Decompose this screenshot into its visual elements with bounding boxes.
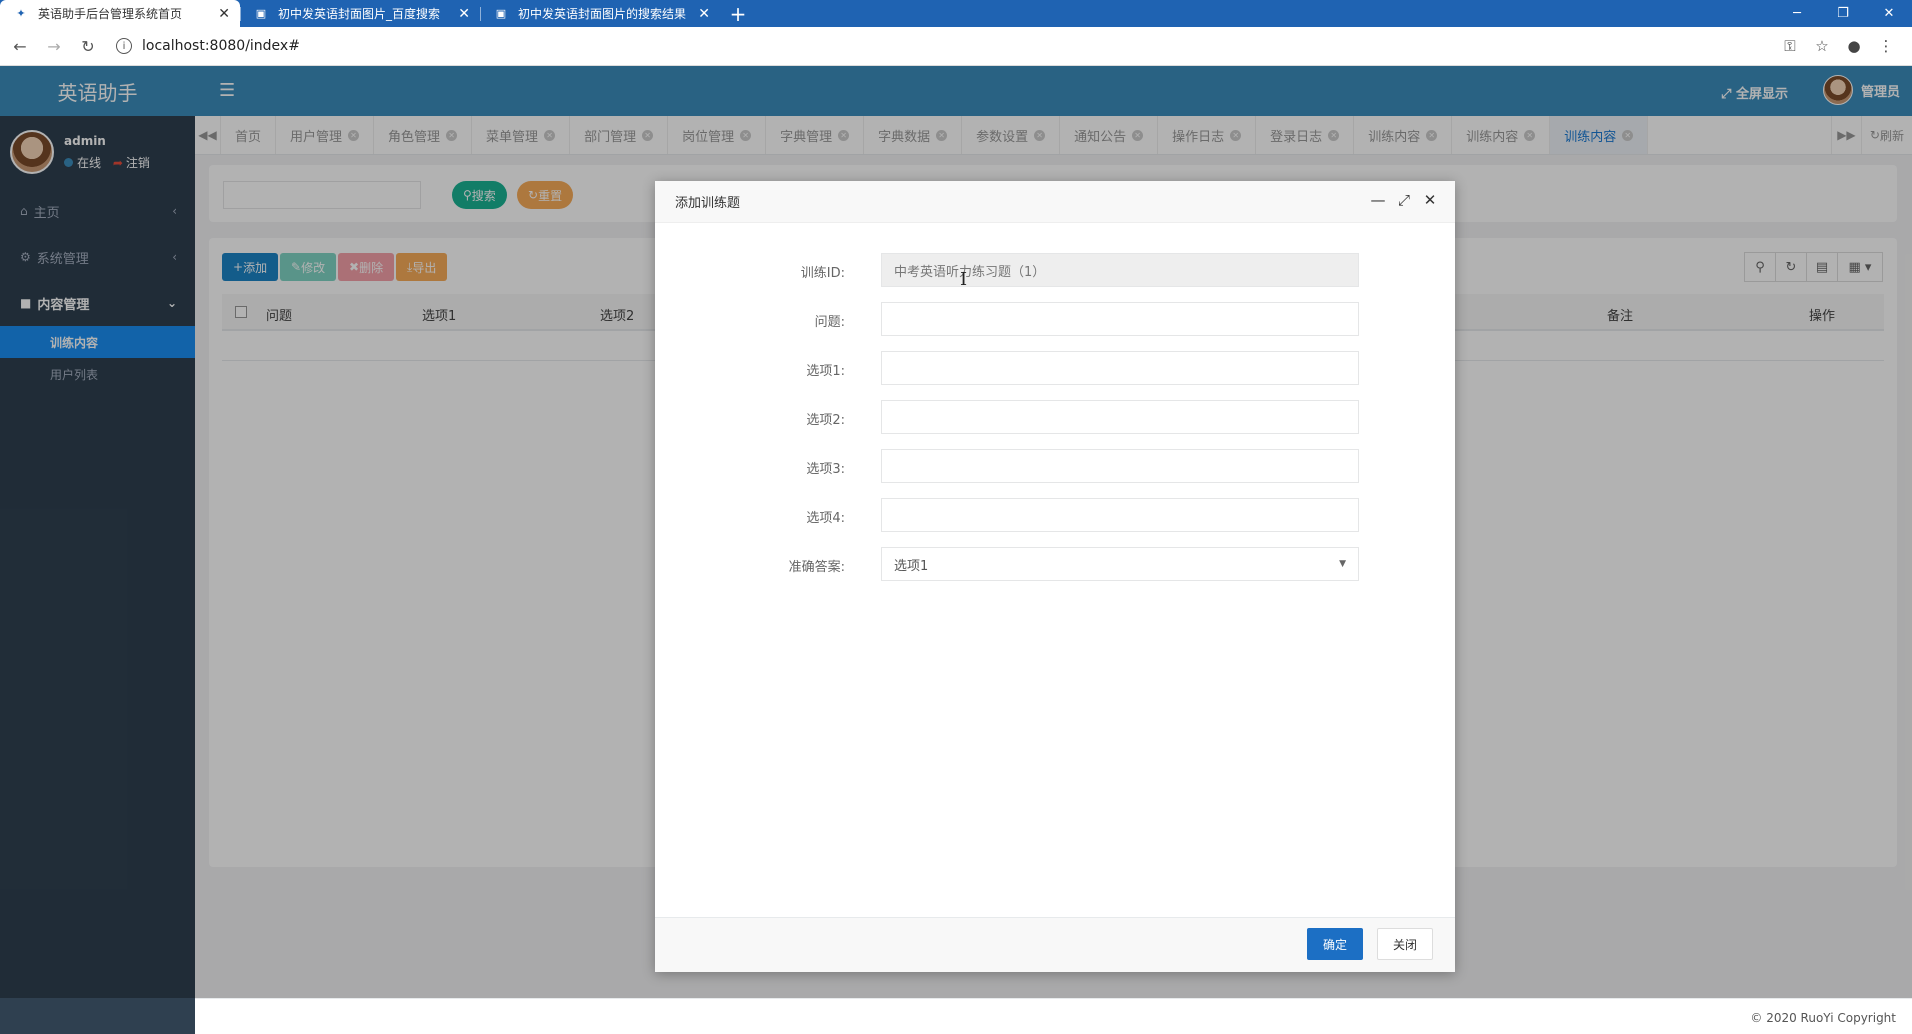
selected-value: 选项1 <box>894 558 929 574</box>
browser-tab-title: 初中发英语封面图片的搜索结果 <box>518 7 687 21</box>
browser-tabstrip: ✦ 英语助手后台管理系统首页 ✕ ▣ 初中发英语封面图片_百度搜索 ✕ ▣ 初中… <box>0 0 1912 27</box>
key-icon[interactable]: ⚿ <box>1774 37 1806 55</box>
add-training-question-dialog: 添加训练题 — ⤢ ✕ 训练ID: 中考英语听力练习题（1） 问题: 选项1: … <box>655 181 1455 972</box>
dialog-footer: 确定 关闭 <box>655 917 1455 972</box>
close-tab-icon[interactable]: ✕ <box>458 6 470 22</box>
close-icon[interactable]: ✕ <box>1417 191 1443 209</box>
browser-tab-baidu-search[interactable]: ▣ 初中发英语封面图片_百度搜索 ✕ <box>240 0 480 27</box>
forward-arrow-icon[interactable]: → <box>40 37 68 56</box>
browser-tab-admin-home[interactable]: ✦ 英语助手后台管理系统首页 ✕ <box>0 0 240 27</box>
browser-tab-title: 初中发英语封面图片_百度搜索 <box>278 7 441 21</box>
form-row-option1: 选项1: <box>655 351 1455 385</box>
site-info-icon[interactable]: i <box>116 38 132 54</box>
form-row-training-id: 训练ID: 中考英语听力练习题（1） <box>655 253 1455 287</box>
browser-menu-icon[interactable]: ⋮ <box>1870 37 1902 55</box>
dialog-title: 添加训练题 <box>675 196 741 211</box>
dialog-header: 添加训练题 — ⤢ ✕ <box>655 181 1455 223</box>
url-text: localhost:8080/index# <box>142 38 300 54</box>
copyright-text: © 2020 RuoYi Copyright <box>1750 1011 1896 1025</box>
close-tab-icon[interactable]: ✕ <box>698 6 710 22</box>
field-label: 选项2: <box>806 413 845 428</box>
form-row-option2: 选项2: <box>655 400 1455 434</box>
option2-input[interactable] <box>881 400 1359 434</box>
close-window-icon[interactable]: ✕ <box>1866 0 1912 27</box>
training-id-field: 中考英语听力练习题（1） <box>881 253 1359 287</box>
field-label: 训练ID: <box>800 266 845 281</box>
field-label: 问题: <box>814 315 845 330</box>
field-label: 选项3: <box>806 462 845 477</box>
bookmark-star-icon[interactable]: ☆ <box>1806 37 1838 55</box>
window-controls: ─ ❐ ✕ <box>1774 0 1912 27</box>
reload-icon[interactable]: ↻ <box>74 37 102 56</box>
new-tab-button[interactable]: + <box>720 0 756 27</box>
address-bar: ← → ↻ i localhost:8080/index# ⚿ ☆ ● ⋮ <box>0 27 1912 66</box>
field-label: 选项4: <box>806 511 845 526</box>
restore-window-icon[interactable]: ❐ <box>1820 0 1866 27</box>
close-tab-icon[interactable]: ✕ <box>218 6 230 22</box>
image-favicon-icon: ▣ <box>255 7 267 20</box>
field-label: 选项1: <box>806 364 845 379</box>
option4-input[interactable] <box>881 498 1359 532</box>
text-cursor-icon: I <box>960 269 968 290</box>
url-field[interactable]: i localhost:8080/index# <box>116 31 1774 61</box>
form-row-question: 问题: <box>655 302 1455 336</box>
address-bar-actions: ⚿ ☆ ● ⋮ <box>1774 37 1902 55</box>
browser-tab-title: 英语助手后台管理系统首页 <box>38 7 183 21</box>
dropdown-arrow-icon: ▼ <box>1339 559 1346 569</box>
option3-input[interactable] <box>881 449 1359 483</box>
correct-answer-select[interactable]: 选项1 ▼ <box>881 547 1359 581</box>
field-label: 准确答案: <box>788 560 845 575</box>
dialog-controls: — ⤢ ✕ <box>1365 191 1443 209</box>
form-row-answer: 准确答案: 选项1 ▼ <box>655 547 1455 581</box>
back-arrow-icon[interactable]: ← <box>6 37 34 56</box>
footer: © 2020 RuoYi Copyright <box>195 998 1912 1034</box>
option1-input[interactable] <box>881 351 1359 385</box>
minimize-window-icon[interactable]: ─ <box>1774 0 1820 27</box>
browser-tab-search-results[interactable]: ▣ 初中发英语封面图片的搜索结果 ✕ <box>480 0 720 27</box>
minimize-icon[interactable]: — <box>1365 191 1391 209</box>
app-favicon-icon: ✦ <box>16 7 26 20</box>
close-button[interactable]: 关闭 <box>1377 928 1433 960</box>
question-input[interactable] <box>881 302 1359 336</box>
confirm-button[interactable]: 确定 <box>1307 928 1363 960</box>
form-row-option4: 选项4: <box>655 498 1455 532</box>
image-favicon-icon: ▣ <box>495 7 507 20</box>
form-row-option3: 选项3: <box>655 449 1455 483</box>
maximize-icon[interactable]: ⤢ <box>1391 191 1417 209</box>
profile-icon[interactable]: ● <box>1838 37 1870 55</box>
